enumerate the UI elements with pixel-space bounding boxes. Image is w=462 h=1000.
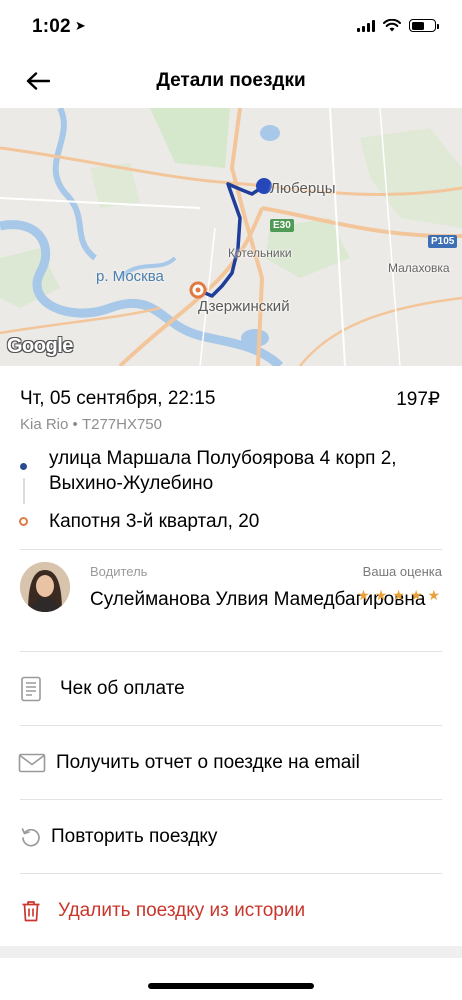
driver-caption: Водитель xyxy=(90,564,148,579)
page-title: Детали поездки xyxy=(156,70,306,91)
map-label-dzerzhinsky: Дзержинский xyxy=(198,298,290,315)
driver-avatar xyxy=(20,562,70,612)
route-map[interactable]: Люберцы Котельники р. Москва Дзержинский… xyxy=(0,108,462,366)
star-icon[interactable]: ★ xyxy=(410,588,423,602)
star-icon[interactable]: ★ xyxy=(392,588,405,602)
route-destination-address: Капотня 3-й квартал, 20 xyxy=(49,511,260,532)
star-icon[interactable]: ★ xyxy=(427,588,440,602)
origin-dot-icon xyxy=(20,463,27,470)
receipt-button[interactable]: Чек об оплате xyxy=(0,652,462,725)
map-label-malakhovka: Малаховка xyxy=(388,261,450,275)
star-icon[interactable]: ★ xyxy=(357,588,370,602)
route-connector xyxy=(23,478,25,504)
email-report-label: Получить отчет о поездке на email xyxy=(56,751,360,773)
road-badge-e30: E30 xyxy=(270,219,294,232)
receipt-label: Чек об оплате xyxy=(60,677,185,699)
status-time: 1:02 ➤ xyxy=(32,16,86,38)
repeat-icon xyxy=(18,824,44,850)
home-indicator[interactable] xyxy=(148,983,314,989)
destination-dot-icon xyxy=(19,517,28,526)
cellular-signal-icon xyxy=(357,19,375,32)
map-label-moskva-river: р. Москва xyxy=(96,268,164,285)
email-report-button[interactable]: Получить отчет о поездке на email xyxy=(0,726,462,799)
route-origin-address: улица Маршала Полубоярова 4 корп 2, Выхи… xyxy=(49,448,397,494)
rating-caption: Ваша оценка xyxy=(362,564,442,579)
status-bar: 1:02 ➤ xyxy=(0,0,462,56)
battery-icon xyxy=(409,19,439,32)
status-icons xyxy=(357,19,439,32)
bottom-separator xyxy=(0,946,462,958)
wifi-icon xyxy=(383,19,401,32)
delete-trip-label: Удалить поездку из истории xyxy=(58,899,306,921)
road-badge-r105: P105 xyxy=(428,235,458,248)
receipt-icon xyxy=(18,676,44,702)
rating-stars[interactable]: ★ ★ ★ ★ ★ xyxy=(357,588,440,602)
star-icon[interactable]: ★ xyxy=(375,588,388,602)
location-arrow-icon: ➤ xyxy=(74,18,86,33)
map-canvas xyxy=(0,108,462,366)
map-label-kotelniki: Котельники xyxy=(228,246,292,260)
driver-section: Водитель Сулейманова Улвия Мамедбагировн… xyxy=(0,550,462,650)
envelope-icon xyxy=(18,750,46,776)
repeat-trip-button[interactable]: Повторить поездку xyxy=(0,800,462,873)
trip-car: Kia Rio • Т277НХ750 xyxy=(20,416,162,433)
trip-datetime: Чт, 05 сентября, 22:15 xyxy=(20,388,216,409)
delete-trip-button[interactable]: Удалить поездку из истории xyxy=(0,874,462,947)
repeat-trip-label: Повторить поездку xyxy=(51,825,218,847)
google-logo: Google xyxy=(7,335,73,357)
map-label-lyubertsy: Люберцы xyxy=(270,180,336,197)
trip-price: 197₽ xyxy=(396,389,440,410)
clock: 1:02 xyxy=(32,16,71,37)
nav-bar: Детали поездки xyxy=(0,56,462,108)
trash-icon xyxy=(18,898,44,924)
